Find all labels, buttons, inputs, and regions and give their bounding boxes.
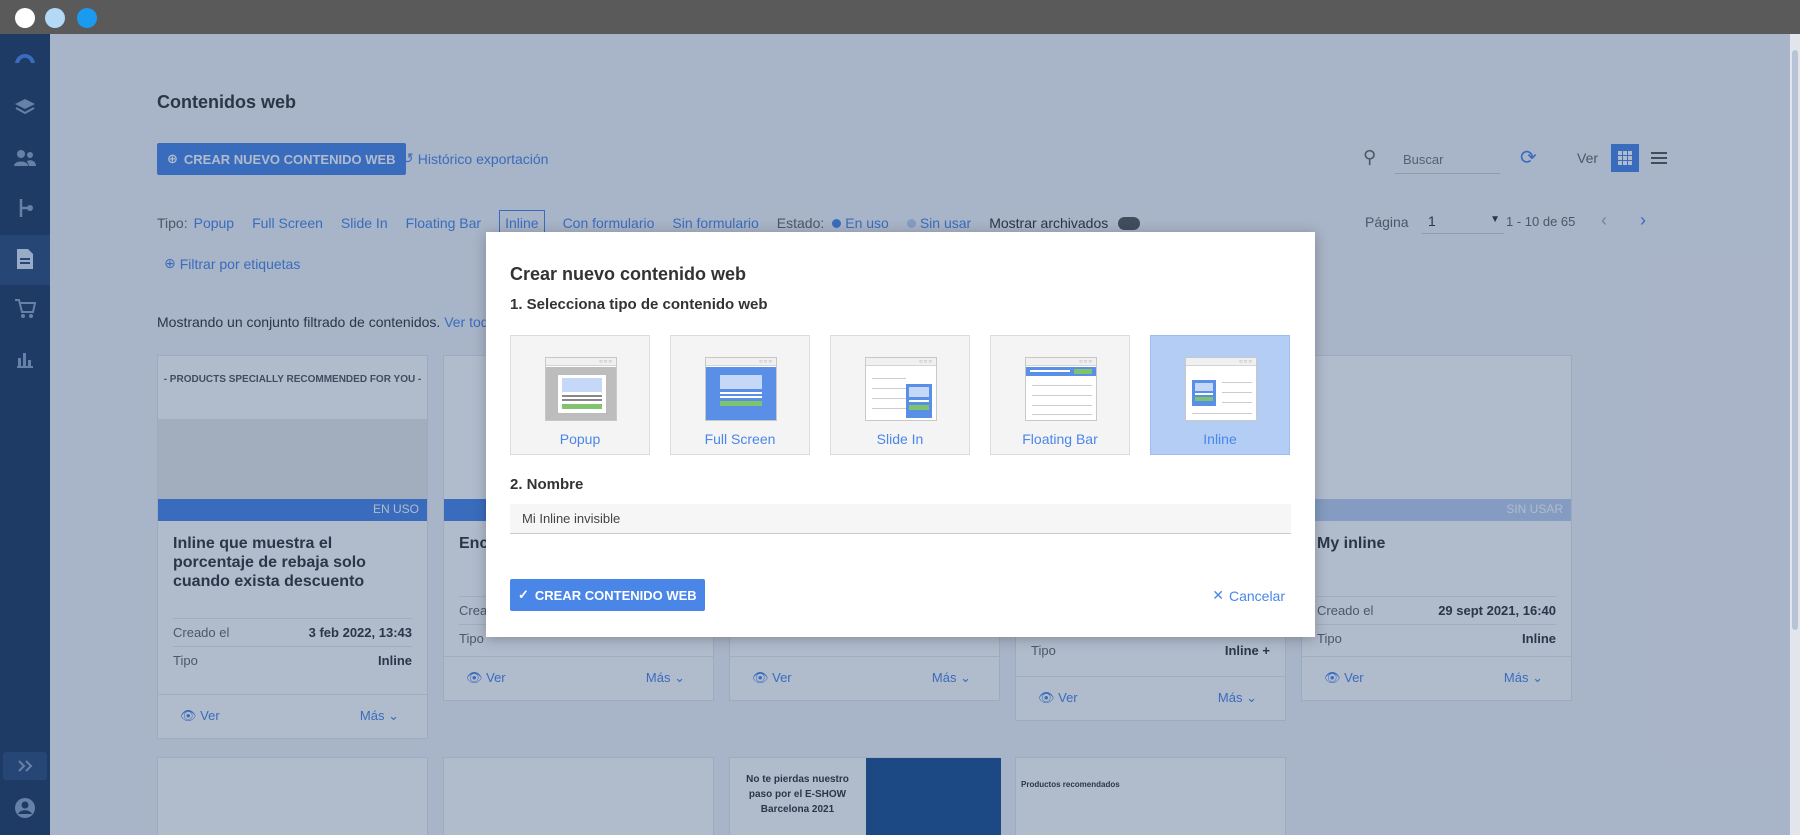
window-close-button[interactable] <box>15 8 35 28</box>
content-name-input[interactable] <box>510 504 1291 534</box>
check-icon: ✓ <box>518 587 529 602</box>
window-titlebar <box>0 0 1800 34</box>
create-content-dialog: Crear nuevo contenido web 1. Selecciona … <box>486 232 1315 637</box>
type-option-label: Slide In <box>876 431 924 447</box>
type-option-label: Popup <box>559 431 601 447</box>
popup-preview-icon: ○○○ <box>545 357 617 421</box>
type-option-label: Full Screen <box>704 431 776 447</box>
fullscreen-preview-icon: ○○○ <box>705 357 777 421</box>
scrollbar[interactable] <box>1790 34 1800 835</box>
window-maximize-button[interactable] <box>77 8 97 28</box>
type-option-label: Floating Bar <box>1022 431 1098 447</box>
close-icon: ✕ <box>1212 587 1224 603</box>
slidein-preview-icon: ○○○ <box>865 357 937 421</box>
type-option-slidein[interactable]: ○○○ Slide In <box>830 335 970 455</box>
create-content-label: Crear contenido web <box>534 587 697 603</box>
cancel-button[interactable]: ✕ Cancelar <box>1212 587 1285 604</box>
cancel-label: Cancelar <box>1228 587 1285 604</box>
create-content-button[interactable]: ✓ Crear contenido web <box>510 579 705 611</box>
dialog-title: Crear nuevo contenido web <box>510 264 747 284</box>
scrollbar-thumb[interactable] <box>1792 50 1798 630</box>
type-option-inline[interactable]: ○○○ Inline <box>1150 335 1290 455</box>
type-option-label: Inline <box>1203 431 1237 447</box>
type-option-fullscreen[interactable]: ○○○ Full Screen <box>670 335 810 455</box>
type-option-popup[interactable]: ○○○ Popup <box>510 335 650 455</box>
floatingbar-preview-icon: ○○○ <box>1025 357 1097 421</box>
step-1-heading: 1. Selecciona tipo de contenido web <box>510 296 768 313</box>
type-option-floatingbar[interactable]: ○○○ Floating Bar <box>990 335 1130 455</box>
step-2-heading: 2. Nombre <box>510 476 584 493</box>
inline-preview-icon: ○○○ <box>1185 357 1257 421</box>
window-minimize-button[interactable] <box>45 8 65 28</box>
